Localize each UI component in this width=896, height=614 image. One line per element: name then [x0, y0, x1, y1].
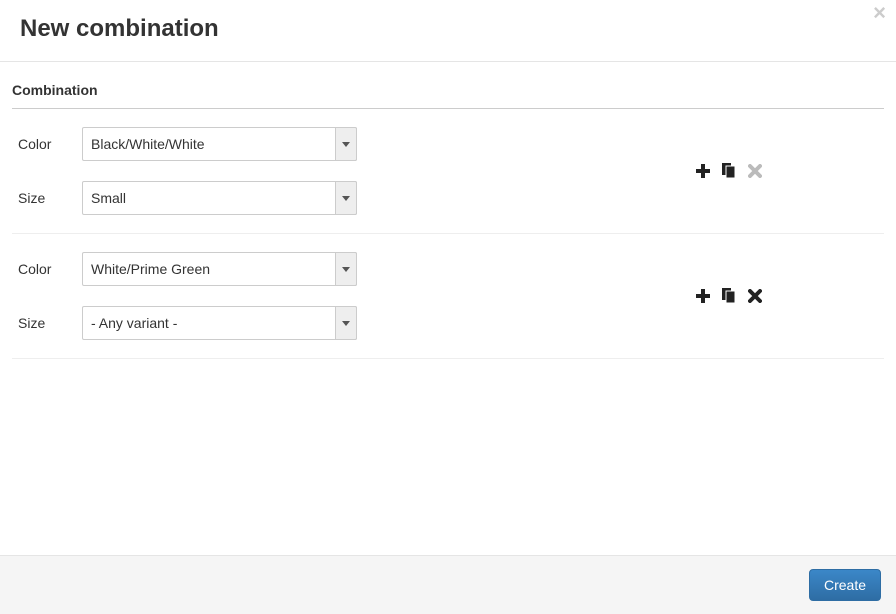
group-actions	[694, 162, 884, 180]
modal-header: New combination ×	[0, 0, 896, 62]
combination-group: ColorWhite/Prime Green Size- Any variant …	[12, 234, 884, 359]
color-select[interactable]: White/Prime Green	[82, 252, 357, 286]
modal-body: Combination ColorBlack/White/WhiteSizeSm…	[0, 62, 896, 379]
color-label: Color	[12, 136, 82, 152]
color-label: Color	[12, 261, 82, 277]
size-select[interactable]: - Any variant -	[82, 306, 357, 340]
create-button[interactable]: Create	[809, 569, 881, 601]
field-row-color: ColorBlack/White/White	[12, 127, 357, 161]
group-actions	[694, 287, 884, 305]
color-select-wrap: White/Prime Green	[82, 252, 357, 286]
size-select-wrap: Small	[82, 181, 357, 215]
field-row-size: Size- Any variant -	[12, 306, 357, 340]
copy-icon[interactable]	[720, 287, 738, 305]
field-row-color: ColorWhite/Prime Green	[12, 252, 357, 286]
section-title: Combination	[12, 82, 884, 109]
color-select[interactable]: Black/White/White	[82, 127, 357, 161]
field-row-size: SizeSmall	[12, 181, 357, 215]
size-label: Size	[12, 315, 82, 331]
size-select[interactable]: Small	[82, 181, 357, 215]
modal-title: New combination	[20, 15, 876, 43]
copy-icon[interactable]	[720, 162, 738, 180]
combination-fields: ColorBlack/White/White SizeSmall	[12, 127, 357, 215]
remove-icon	[746, 162, 764, 180]
combination-group: ColorBlack/White/White SizeSmall	[12, 109, 884, 234]
close-icon[interactable]: ×	[873, 2, 886, 24]
size-select-wrap: - Any variant -	[82, 306, 357, 340]
remove-icon[interactable]	[746, 287, 764, 305]
plus-icon[interactable]	[694, 287, 712, 305]
plus-icon[interactable]	[694, 162, 712, 180]
size-label: Size	[12, 190, 82, 206]
combination-fields: ColorWhite/Prime Green Size- Any variant …	[12, 252, 357, 340]
modal-footer: Create	[0, 555, 896, 614]
color-select-wrap: Black/White/White	[82, 127, 357, 161]
